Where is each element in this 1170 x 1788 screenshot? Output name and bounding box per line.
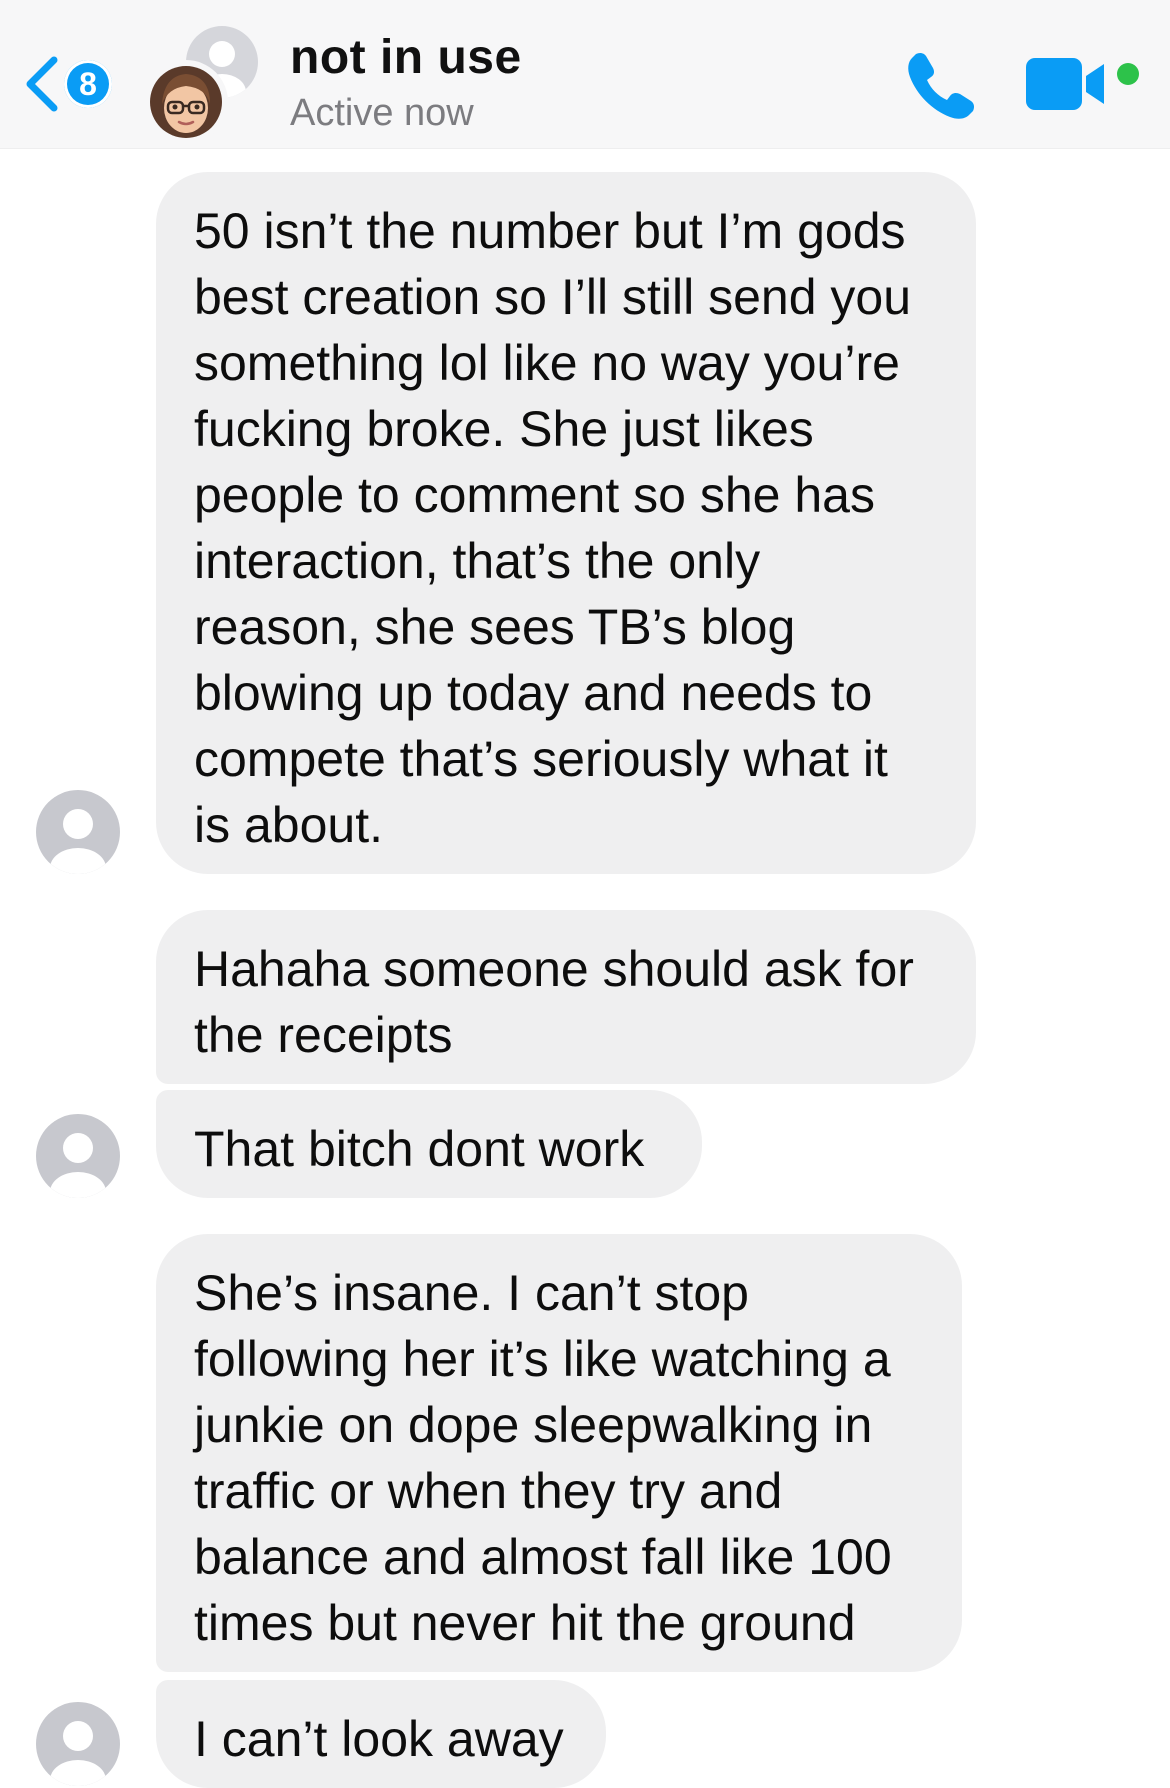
sender-avatar[interactable]: [36, 1114, 120, 1198]
sender-avatar[interactable]: [36, 1702, 120, 1786]
video-call-button[interactable]: [1024, 52, 1144, 116]
group-avatar[interactable]: [148, 26, 264, 142]
memoji-avatar: [148, 64, 224, 140]
message-bubble[interactable]: She’s insane. I can’t stop following her…: [156, 1234, 962, 1672]
back-button[interactable]: 8: [22, 48, 132, 120]
unread-count-badge: 8: [64, 60, 112, 108]
message-bubble[interactable]: That bitch dont work: [156, 1090, 702, 1198]
contact-name[interactable]: not in use: [290, 30, 522, 85]
chat-screen: 8 not in use Active now 50 isn’t the num…: [0, 0, 1170, 1788]
message-bubble[interactable]: 50 isn’t the number but I’m gods best cr…: [156, 172, 976, 874]
phone-icon: [908, 52, 975, 119]
online-dot-icon: [1117, 63, 1139, 85]
video-camera-icon: [1026, 58, 1139, 110]
sender-avatar[interactable]: [36, 790, 120, 874]
conversation-header: 8 not in use Active now: [0, 0, 1170, 149]
chevron-left-icon: [26, 56, 58, 112]
active-status: Active now: [290, 92, 474, 134]
audio-call-button[interactable]: [900, 44, 976, 120]
message-bubble[interactable]: I can’t look away: [156, 1680, 606, 1788]
message-bubble[interactable]: Hahaha someone should ask for the receip…: [156, 910, 976, 1084]
